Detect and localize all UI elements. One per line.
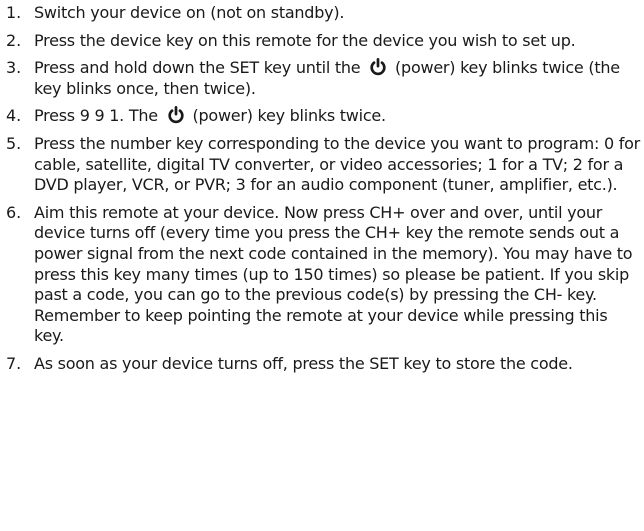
step-number: 5.: [6, 133, 22, 153]
step-2: 2. Press the device key on this remote f…: [0, 31, 644, 52]
instruction-steps-list: 1. Switch your device on (not on standby…: [0, 0, 644, 375]
power-icon: [370, 58, 386, 76]
step-7: 7. As soon as your device turns off, pre…: [0, 354, 644, 375]
step-1: 1. Switch your device on (not on standby…: [0, 3, 644, 24]
step-number: 6.: [6, 202, 22, 222]
step-text: Press the number key corresponding to th…: [34, 133, 640, 195]
step-4: 4. Press 9 9 1. The (power) key blinks t…: [0, 106, 644, 127]
step-text: Aim this remote at your device. Now pres…: [34, 202, 633, 346]
step-number: 7.: [6, 353, 22, 373]
step-text: Press 9 9 1. The (power) key blinks twic…: [34, 106, 644, 127]
step-text: Switch your device on (not on standby).: [34, 3, 345, 22]
step-text-before-icon: Press and hold down the SET key until th…: [34, 58, 361, 78]
step-5: 5. Press the number key corresponding to…: [0, 134, 644, 196]
step-text: As soon as your device turns off, press …: [34, 353, 573, 373]
step-6: 6. Aim this remote at your device. Now p…: [0, 203, 644, 347]
step-number: 3.: [6, 58, 22, 78]
step-number: 4.: [6, 106, 22, 126]
power-icon: [168, 106, 184, 124]
step-number: 1.: [6, 3, 22, 22]
step-text: Press the device key on this remote for …: [34, 30, 576, 50]
step-number: 2.: [6, 30, 22, 50]
step-text: Press and hold down the SET key until th…: [34, 58, 644, 99]
step-text-after-icon: (power) key blinks twice.: [192, 106, 387, 126]
step-text-before-icon: Press 9 9 1. The: [34, 106, 158, 126]
step-3: 3. Press and hold down the SET key until…: [0, 58, 644, 99]
